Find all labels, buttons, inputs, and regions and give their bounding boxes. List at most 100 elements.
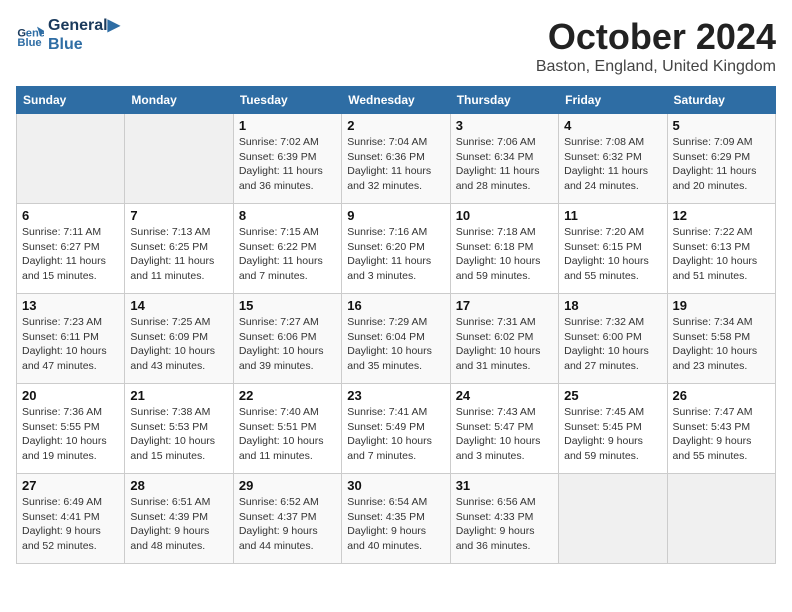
day-number: 1 bbox=[239, 118, 336, 133]
day-number: 14 bbox=[130, 298, 227, 313]
day-info: Sunrise: 7:29 AM Sunset: 6:04 PM Dayligh… bbox=[347, 315, 444, 374]
calendar-cell: 26 Sunrise: 7:47 AM Sunset: 5:43 PM Dayli… bbox=[667, 384, 775, 474]
location-title: Baston, England, United Kingdom bbox=[536, 58, 776, 76]
calendar-cell: 29 Sunrise: 6:52 AM Sunset: 4:37 PM Dayli… bbox=[233, 474, 341, 564]
weekday-header: Friday bbox=[559, 87, 667, 114]
day-number: 27 bbox=[22, 478, 119, 493]
logo-line2: Blue bbox=[48, 35, 120, 54]
weekday-header: Wednesday bbox=[342, 87, 450, 114]
calendar-week-row: 6 Sunrise: 7:11 AM Sunset: 6:27 PM Daylig… bbox=[17, 204, 776, 294]
day-number: 17 bbox=[456, 298, 553, 313]
day-info: Sunrise: 7:23 AM Sunset: 6:11 PM Dayligh… bbox=[22, 315, 119, 374]
calendar-cell bbox=[17, 114, 125, 204]
calendar-cell: 20 Sunrise: 7:36 AM Sunset: 5:55 PM Dayli… bbox=[17, 384, 125, 474]
day-number: 22 bbox=[239, 388, 336, 403]
weekday-header: Sunday bbox=[17, 87, 125, 114]
day-info: Sunrise: 7:15 AM Sunset: 6:22 PM Dayligh… bbox=[239, 225, 336, 284]
calendar-cell: 13 Sunrise: 7:23 AM Sunset: 6:11 PM Dayli… bbox=[17, 294, 125, 384]
day-info: Sunrise: 6:49 AM Sunset: 4:41 PM Dayligh… bbox=[22, 495, 119, 554]
logo: G eneral Blue General▶ Blue bbox=[16, 16, 120, 54]
day-number: 31 bbox=[456, 478, 553, 493]
day-info: Sunrise: 7:08 AM Sunset: 6:32 PM Dayligh… bbox=[564, 135, 661, 194]
calendar-week-row: 20 Sunrise: 7:36 AM Sunset: 5:55 PM Dayli… bbox=[17, 384, 776, 474]
calendar-cell: 28Sunrise: 6:51 AM Sunset: 4:39 PM Dayli… bbox=[125, 474, 233, 564]
day-number: 2 bbox=[347, 118, 444, 133]
day-number: 9 bbox=[347, 208, 444, 223]
calendar-week-row: 13 Sunrise: 7:23 AM Sunset: 6:11 PM Dayli… bbox=[17, 294, 776, 384]
weekday-header: Monday bbox=[125, 87, 233, 114]
calendar-cell: 8 Sunrise: 7:15 AM Sunset: 6:22 PM Daylig… bbox=[233, 204, 341, 294]
day-number: 26 bbox=[673, 388, 770, 403]
day-number: 15 bbox=[239, 298, 336, 313]
calendar-cell: 15 Sunrise: 7:27 AM Sunset: 6:06 PM Dayli… bbox=[233, 294, 341, 384]
day-number: 13 bbox=[22, 298, 119, 313]
day-number: 20 bbox=[22, 388, 119, 403]
day-info: Sunrise: 7:02 AM Sunset: 6:39 PM Dayligh… bbox=[239, 135, 336, 194]
calendar-cell: 16 Sunrise: 7:29 AM Sunset: 6:04 PM Dayli… bbox=[342, 294, 450, 384]
title-area: October 2024 Baston, England, United Kin… bbox=[536, 16, 776, 76]
day-info: Sunrise: 6:51 AM Sunset: 4:39 PM Dayligh… bbox=[130, 495, 227, 554]
day-number: 6 bbox=[22, 208, 119, 223]
day-number: 25 bbox=[564, 388, 661, 403]
day-number: 19 bbox=[673, 298, 770, 313]
calendar-cell: 4 Sunrise: 7:08 AM Sunset: 6:32 PM Daylig… bbox=[559, 114, 667, 204]
day-number: 18 bbox=[564, 298, 661, 313]
calendar-cell: 12 Sunrise: 7:22 AM Sunset: 6:13 PM Dayli… bbox=[667, 204, 775, 294]
day-number: 10 bbox=[456, 208, 553, 223]
day-info: Sunrise: 7:38 AM Sunset: 5:53 PM Dayligh… bbox=[130, 405, 227, 464]
calendar-cell: 14 Sunrise: 7:25 AM Sunset: 6:09 PM Dayli… bbox=[125, 294, 233, 384]
calendar-cell: 9 Sunrise: 7:16 AM Sunset: 6:20 PM Daylig… bbox=[342, 204, 450, 294]
day-number: 12 bbox=[673, 208, 770, 223]
day-info: Sunrise: 7:40 AM Sunset: 5:51 PM Dayligh… bbox=[239, 405, 336, 464]
day-number: 8 bbox=[239, 208, 336, 223]
day-info: Sunrise: 7:22 AM Sunset: 6:13 PM Dayligh… bbox=[673, 225, 770, 284]
header: G eneral Blue General▶ Blue October 2024… bbox=[16, 16, 776, 76]
calendar-cell bbox=[125, 114, 233, 204]
day-info: Sunrise: 7:16 AM Sunset: 6:20 PM Dayligh… bbox=[347, 225, 444, 284]
day-info: Sunrise: 7:13 AM Sunset: 6:25 PM Dayligh… bbox=[130, 225, 227, 284]
day-info: Sunrise: 7:25 AM Sunset: 6:09 PM Dayligh… bbox=[130, 315, 227, 374]
day-number: 11 bbox=[564, 208, 661, 223]
day-number: 7 bbox=[130, 208, 227, 223]
calendar-cell: 5 Sunrise: 7:09 AM Sunset: 6:29 PM Daylig… bbox=[667, 114, 775, 204]
day-info: Sunrise: 7:09 AM Sunset: 6:29 PM Dayligh… bbox=[673, 135, 770, 194]
day-number: 4 bbox=[564, 118, 661, 133]
day-number: 16 bbox=[347, 298, 444, 313]
calendar-week-row: 27 Sunrise: 6:49 AM Sunset: 4:41 PM Dayli… bbox=[17, 474, 776, 564]
calendar-cell: 19 Sunrise: 7:34 AM Sunset: 5:58 PM Dayli… bbox=[667, 294, 775, 384]
day-number: 5 bbox=[673, 118, 770, 133]
day-number: 30 bbox=[347, 478, 444, 493]
calendar-cell: 31Sunrise: 6:56 AM Sunset: 4:33 PM Dayli… bbox=[450, 474, 558, 564]
day-number: 23 bbox=[347, 388, 444, 403]
day-info: Sunrise: 7:47 AM Sunset: 5:43 PM Dayligh… bbox=[673, 405, 770, 464]
calendar-cell: 17 Sunrise: 7:31 AM Sunset: 6:02 PM Dayli… bbox=[450, 294, 558, 384]
svg-text:Blue: Blue bbox=[17, 37, 41, 49]
calendar-cell: 10Sunrise: 7:18 AM Sunset: 6:18 PM Dayli… bbox=[450, 204, 558, 294]
day-number: 29 bbox=[239, 478, 336, 493]
weekday-header: Saturday bbox=[667, 87, 775, 114]
day-info: Sunrise: 7:32 AM Sunset: 6:00 PM Dayligh… bbox=[564, 315, 661, 374]
calendar-cell: 3 Sunrise: 7:06 AM Sunset: 6:34 PM Daylig… bbox=[450, 114, 558, 204]
day-info: Sunrise: 7:06 AM Sunset: 6:34 PM Dayligh… bbox=[456, 135, 553, 194]
day-info: Sunrise: 7:11 AM Sunset: 6:27 PM Dayligh… bbox=[22, 225, 119, 284]
day-number: 24 bbox=[456, 388, 553, 403]
weekday-header: Tuesday bbox=[233, 87, 341, 114]
calendar-cell bbox=[559, 474, 667, 564]
calendar-cell: 6 Sunrise: 7:11 AM Sunset: 6:27 PM Daylig… bbox=[17, 204, 125, 294]
calendar-cell: 1 Sunrise: 7:02 AM Sunset: 6:39 PM Daylig… bbox=[233, 114, 341, 204]
day-info: Sunrise: 6:54 AM Sunset: 4:35 PM Dayligh… bbox=[347, 495, 444, 554]
calendar-cell: 24Sunrise: 7:43 AM Sunset: 5:47 PM Dayli… bbox=[450, 384, 558, 474]
day-number: 3 bbox=[456, 118, 553, 133]
weekday-header-row: SundayMondayTuesdayWednesdayThursdayFrid… bbox=[17, 87, 776, 114]
day-info: Sunrise: 7:31 AM Sunset: 6:02 PM Dayligh… bbox=[456, 315, 553, 374]
day-info: Sunrise: 7:04 AM Sunset: 6:36 PM Dayligh… bbox=[347, 135, 444, 194]
calendar-week-row: 1 Sunrise: 7:02 AM Sunset: 6:39 PM Daylig… bbox=[17, 114, 776, 204]
calendar-cell: 7 Sunrise: 7:13 AM Sunset: 6:25 PM Daylig… bbox=[125, 204, 233, 294]
month-title: October 2024 bbox=[536, 16, 776, 58]
calendar-cell: 18 Sunrise: 7:32 AM Sunset: 6:00 PM Dayli… bbox=[559, 294, 667, 384]
day-info: Sunrise: 6:52 AM Sunset: 4:37 PM Dayligh… bbox=[239, 495, 336, 554]
day-info: Sunrise: 7:27 AM Sunset: 6:06 PM Dayligh… bbox=[239, 315, 336, 374]
day-info: Sunrise: 7:34 AM Sunset: 5:58 PM Dayligh… bbox=[673, 315, 770, 374]
day-info: Sunrise: 7:20 AM Sunset: 6:15 PM Dayligh… bbox=[564, 225, 661, 284]
day-info: Sunrise: 7:36 AM Sunset: 5:55 PM Dayligh… bbox=[22, 405, 119, 464]
